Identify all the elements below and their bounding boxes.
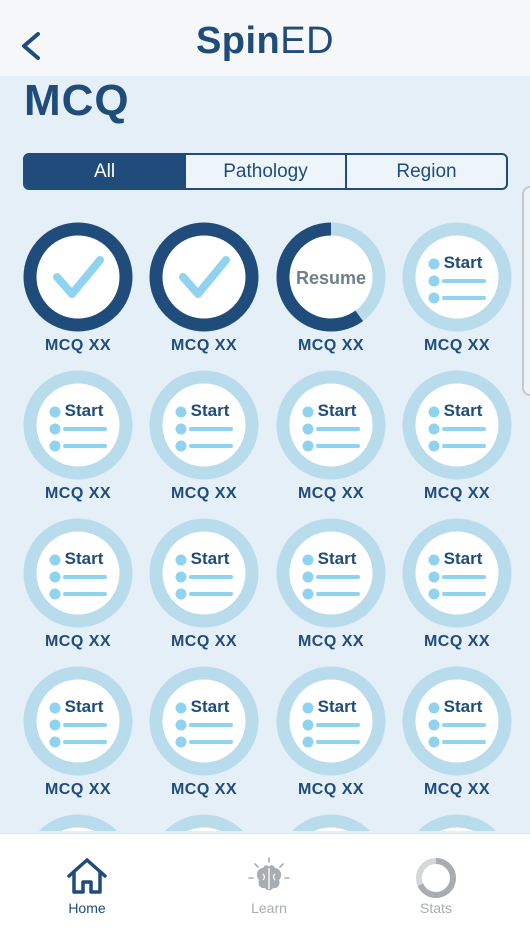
start-list-icon: Start [402,370,512,480]
quiz-item[interactable]: Start MCQ XX [394,496,520,650]
start-label: Start [318,549,357,568]
quiz-item[interactable]: Start MCQ XX [394,348,520,502]
quiz-item[interactable]: Start MCQ XX [394,200,520,354]
filter-segmented-control: All Pathology Region [23,153,508,190]
start-list-icon: Start [402,518,512,628]
start-list-icon: Start [23,666,133,776]
quiz-item-partial[interactable] [15,792,141,831]
quiz-item-partial[interactable] [141,792,267,831]
quiz-item[interactable]: Start MCQ XX [268,644,394,798]
start-list-icon [164,814,244,831]
completed-check-icon [149,222,259,332]
app-title-bold: Spin [195,20,281,62]
tab-home-label: Home [68,900,106,916]
start-list-icon [417,814,497,831]
tab-learn[interactable]: Learn [209,834,329,931]
app-title: SpinED [0,20,530,63]
tab-stats-label: Stats [420,900,452,916]
start-list-icon: Start [276,666,386,776]
page-title: MCQ [24,76,130,125]
resume-progress-icon: Resume [276,222,386,332]
start-list-icon: Start [402,666,512,776]
start-label: Start [444,401,483,420]
start-list-icon: Start [149,518,259,628]
start-label: Start [65,697,104,716]
start-label: Start [444,697,483,716]
quiz-item[interactable]: Start MCQ XX [268,348,394,502]
filter-tab-region[interactable]: Region [345,155,506,188]
app-header: SpinED [0,0,530,76]
quiz-item[interactable]: Start MCQ XX [141,644,267,798]
quiz-item[interactable]: Start MCQ XX [394,644,520,798]
quiz-item-partial[interactable] [394,792,520,831]
quiz-item[interactable]: Start MCQ XX [15,644,141,798]
quiz-item-partial[interactable] [268,792,394,831]
start-list-icon: Start [23,518,133,628]
resume-label: Resume [296,268,366,288]
quiz-item[interactable]: Resume MCQ XX [268,200,394,354]
bottom-tab-bar: Home Learn Stats [0,833,530,931]
tab-stats[interactable]: Stats [376,834,496,931]
quiz-item[interactable]: Start MCQ XX [15,496,141,650]
start-label: Start [65,401,104,420]
stats-ring-icon [416,858,456,898]
start-label: Start [191,549,230,568]
quiz-item[interactable]: Start MCQ XX [141,348,267,502]
start-label: Start [318,697,357,716]
start-label: Start [191,697,230,716]
filter-tab-pathology[interactable]: Pathology [184,155,345,188]
start-label: Start [191,401,230,420]
start-list-icon: Start [276,370,386,480]
tab-learn-label: Learn [251,900,287,916]
brain-icon [248,857,290,891]
completed-check-icon [23,222,133,332]
quiz-item[interactable]: Start MCQ XX [15,348,141,502]
start-label: Start [444,253,483,272]
start-list-icon [38,814,118,831]
home-icon [67,858,107,894]
start-list-icon [291,814,371,831]
tab-home[interactable]: Home [27,834,147,931]
start-list-icon: Start [276,518,386,628]
quiz-item[interactable]: Start MCQ XX [268,496,394,650]
quiz-item[interactable]: Start MCQ XX [141,496,267,650]
start-list-icon: Start [23,370,133,480]
start-label: Start [444,549,483,568]
start-label: Start [65,549,104,568]
quiz-item[interactable]: MCQ XX [141,200,267,354]
app-title-light: ED [280,20,335,62]
start-list-icon: Start [402,222,512,332]
start-label: Start [318,401,357,420]
start-list-icon: Start [149,370,259,480]
quiz-item[interactable]: MCQ XX [15,200,141,354]
quiz-grid: MCQ XX MCQ XX Resume MCQ XX Start MCQ XX Start… [0,200,530,831]
start-list-icon: Start [149,666,259,776]
filter-tab-all[interactable]: All [25,155,184,188]
